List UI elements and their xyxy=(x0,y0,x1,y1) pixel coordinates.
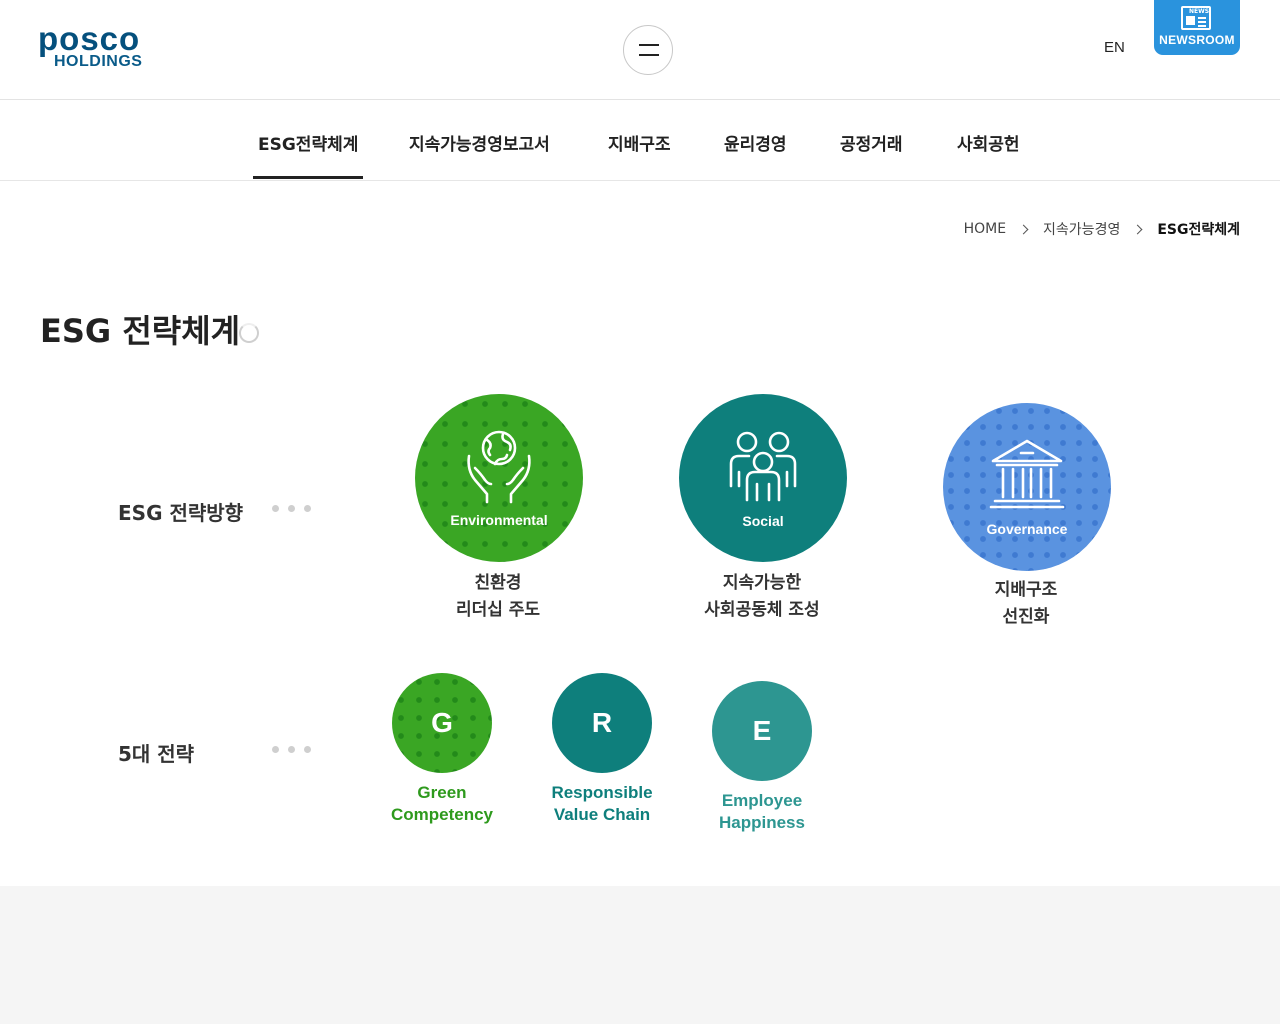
ellipsis-dots-icon xyxy=(272,746,312,754)
tab-social-contribution[interactable]: 사회공헌 xyxy=(957,130,1020,155)
breadcrumb-sustainability[interactable]: 지속가능경영 xyxy=(1043,219,1120,239)
esg-direction-label: ESG 전략방향 xyxy=(118,501,244,525)
posco-holdings-logo[interactable]: posco HOLDINGS xyxy=(38,22,158,72)
footer-background xyxy=(0,886,1280,1024)
tab-ethics[interactable]: 윤리경영 xyxy=(724,130,787,155)
menu-icon xyxy=(639,44,659,46)
green-competency-circle[interactable]: G xyxy=(392,673,492,773)
tab-esg-strategy[interactable]: ESG전략체계 xyxy=(252,130,364,179)
page-title: ESG 전략체계 xyxy=(40,312,241,350)
tab-governance[interactable]: 지배구조 xyxy=(608,130,671,155)
strategy-letter: G xyxy=(431,707,453,738)
caption-line: 지배구조 xyxy=(994,580,1058,600)
governance-caption: 지배구조 선진화 xyxy=(926,577,1126,631)
governance-circle[interactable]: Governance xyxy=(943,403,1111,571)
breadcrumb: HOME 지속가능경영 ESG전략체계 xyxy=(964,219,1240,239)
governance-badge: Governance xyxy=(986,521,1068,537)
caption-line: Competency xyxy=(390,805,494,824)
environmental-caption: 친환경 리더십 주도 xyxy=(398,570,598,624)
employee-happiness-circle[interactable]: E xyxy=(712,681,812,781)
newspaper-icon: NEWS xyxy=(1181,6,1211,30)
strategy-letter: E xyxy=(752,715,772,746)
social-badge: Social xyxy=(742,513,784,529)
green-competency-caption: Green Competency xyxy=(352,782,532,826)
hands-globe-icon xyxy=(467,430,531,504)
caption-line: Responsible xyxy=(551,783,653,802)
newsroom-label: NEWSROOM xyxy=(1159,33,1235,47)
responsible-value-chain-caption: Responsible Value Chain xyxy=(512,782,692,826)
tab-fair-trade[interactable]: 공정거래 xyxy=(840,130,903,155)
environmental-badge: Environmental xyxy=(450,512,548,528)
language-switch[interactable]: EN xyxy=(1104,39,1125,56)
tab-sustainability-report[interactable]: 지속가능경영보고서 xyxy=(409,130,550,155)
government-building-icon xyxy=(989,439,1065,509)
responsible-value-chain-circle[interactable]: R xyxy=(552,673,652,773)
logo-wordmark: posco xyxy=(38,20,141,57)
caption-line: Happiness xyxy=(719,813,805,832)
caption-line: 사회공동체 조성 xyxy=(704,600,820,620)
chevron-right-icon xyxy=(1018,224,1029,234)
logo-subtext: HOLDINGS xyxy=(54,53,143,70)
caption-line: 친환경 xyxy=(474,573,522,593)
strategy-letter: R xyxy=(591,707,613,738)
caption-line: Employee xyxy=(721,791,803,810)
social-caption: 지속가능한 사회공동체 조성 xyxy=(662,570,862,624)
ellipsis-dots-icon xyxy=(272,505,312,513)
breadcrumb-home[interactable]: HOME xyxy=(964,221,1006,237)
site-header: posco HOLDINGS EN NEWS NEWSROOM xyxy=(0,0,1280,100)
five-strategies-label: 5대 전략 xyxy=(118,742,195,766)
caption-line: Green xyxy=(417,783,467,802)
caption-line: Value Chain xyxy=(553,805,651,824)
loading-spinner-icon xyxy=(239,323,259,343)
hamburger-menu-button[interactable] xyxy=(623,25,673,75)
newspaper-icon-text: NEWS xyxy=(1189,8,1210,15)
social-circle[interactable]: Social xyxy=(679,394,847,562)
caption-line: 선진화 xyxy=(1002,607,1050,627)
employee-happiness-caption: Employee Happiness xyxy=(672,790,852,834)
caption-line: 지속가능한 xyxy=(722,573,802,593)
caption-line: 리더십 주도 xyxy=(455,600,541,620)
chevron-right-icon xyxy=(1132,224,1143,234)
breadcrumb-current: ESG전략체계 xyxy=(1157,222,1240,238)
newsroom-button[interactable]: NEWS NEWSROOM xyxy=(1154,0,1240,55)
people-group-icon xyxy=(729,431,797,502)
menu-icon-bar xyxy=(639,54,659,56)
environmental-circle[interactable]: Environmental xyxy=(415,394,583,562)
sub-navigation: ESG전략체계 지속가능경영보고서 지배구조 윤리경영 공정거래 사회공헌 xyxy=(0,100,1280,181)
